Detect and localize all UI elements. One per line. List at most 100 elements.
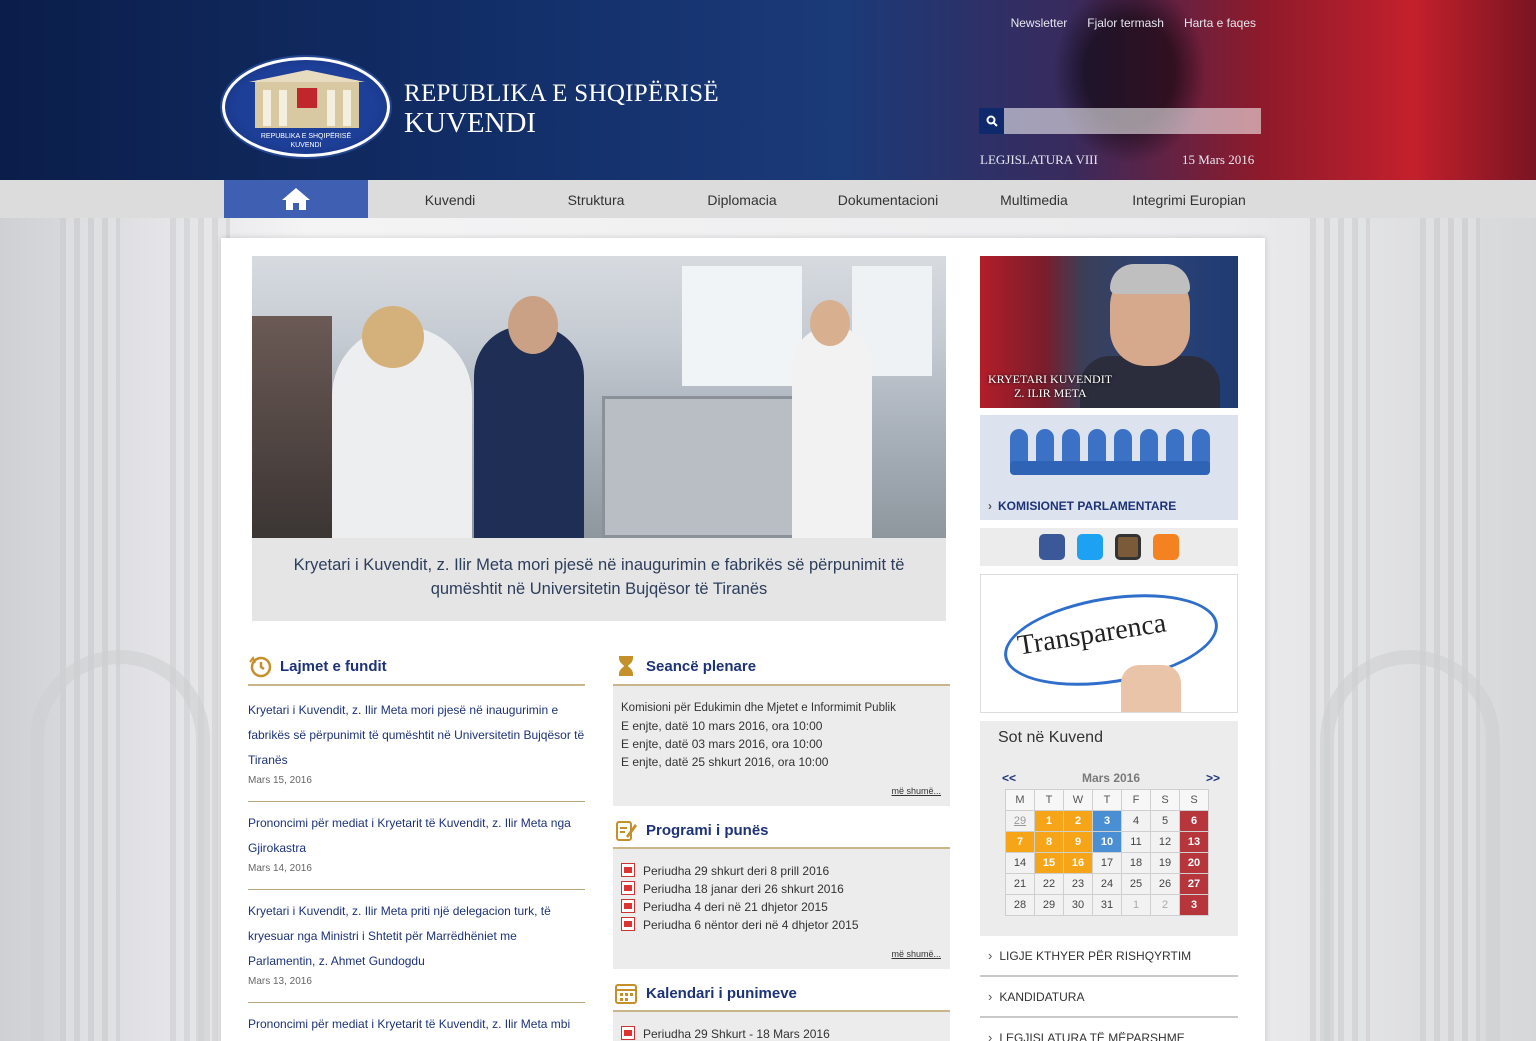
search-icon	[986, 115, 998, 127]
twitter-icon[interactable]	[1077, 534, 1103, 560]
calendar-day[interactable]: 8	[1034, 831, 1064, 853]
calendar-day[interactable]: 9	[1063, 831, 1093, 853]
calendar-day[interactable]: 21	[1005, 873, 1035, 895]
calendar-day[interactable]: 19	[1150, 852, 1180, 874]
plenary-row[interactable]: Komisioni për Edukimin dhe Mjetet e Info…	[621, 699, 942, 717]
calendar-day[interactable]: 18	[1121, 852, 1151, 874]
calendar-month: Mars 2016	[1081, 771, 1141, 785]
chevron-right-icon: ›	[988, 989, 993, 1004]
search-button[interactable]	[979, 108, 1004, 134]
committees-banner[interactable]: › KOMISIONET PARLAMENTARE	[980, 415, 1238, 520]
nav-item-kuvendi[interactable]: Kuvendi	[377, 180, 523, 218]
calendar-day[interactable]: 16	[1063, 852, 1093, 874]
news-item[interactable]: Prononcimi për mediat i Kryetarit të Kuv…	[248, 811, 585, 874]
news-item[interactable]: Prononcimi për mediat i Kryetarit të Kuv…	[248, 1012, 585, 1037]
newsletter-link[interactable]: Newsletter	[1011, 16, 1068, 30]
program-row[interactable]: Periudha 4 deri në 21 dhjetor 2015	[621, 898, 942, 916]
calendar-day[interactable]: 6	[1179, 810, 1209, 832]
sitemap-link[interactable]: Harta e faqes	[1184, 16, 1256, 30]
main-nav: Kuvendi Struktura Diplomacia Dokumentaci…	[0, 180, 1536, 218]
calendar-week: 28 29 30 31 1 2 3	[1005, 894, 1209, 916]
plenary-row[interactable]: E enjte, datë 25 shkurt 2016, ora 10:00	[621, 753, 942, 771]
hero-caption[interactable]: Kryetari i Kuvendit, z. Ilir Meta mori p…	[252, 538, 946, 621]
today-title: Sot në Kuvend	[998, 729, 1103, 746]
brand-title[interactable]: REPUBLIKA E SHQIPËRISË KUVENDI	[404, 80, 719, 138]
program-row[interactable]: Periudha 6 nëntor deri në 4 dhjetor 2015	[621, 916, 942, 934]
candidatures-link[interactable]: › KANDIDATURA	[980, 977, 1238, 1018]
calendar-day[interactable]: 1	[1034, 810, 1064, 832]
calendar-day[interactable]: 1	[1121, 894, 1151, 916]
news-item[interactable]: Kryetari i Kuvendit, z. Ilir Meta priti …	[248, 899, 585, 987]
nav-home[interactable]	[224, 180, 368, 218]
hero-photo	[252, 256, 946, 538]
nav-item-integrimi[interactable]: Integrimi Europian	[1114, 180, 1264, 218]
home-icon	[282, 188, 310, 210]
calendar-day[interactable]: 29	[1034, 894, 1064, 916]
calendar-day[interactable]: 17	[1092, 852, 1122, 874]
glossary-link[interactable]: Fjalor termash	[1087, 16, 1164, 30]
calendar-day[interactable]: 3	[1092, 810, 1122, 832]
calendar-day[interactable]: 24	[1092, 873, 1122, 895]
pdf-icon	[621, 863, 635, 877]
transparency-banner[interactable]: Transparenca	[980, 574, 1238, 713]
calendar-day[interactable]: 5	[1150, 810, 1180, 832]
committees-label: › KOMISIONET PARLAMENTARE	[988, 499, 1177, 513]
mini-calendar: MTWTFSS 29 1 2 3 4 5 6 7 8 9 10 11 12 13…	[1005, 789, 1209, 916]
calendar-day[interactable]: 11	[1121, 831, 1151, 853]
pdf-icon	[621, 917, 635, 931]
notepad-pen-icon	[616, 821, 637, 841]
calendar-day[interactable]: 15	[1034, 852, 1064, 874]
parliament-logo[interactable]: REPUBLIKA E SHQIPËRISË KUVENDI	[222, 57, 390, 157]
plenary-more-link[interactable]: më shumë...	[891, 786, 941, 796]
rss-icon[interactable]	[1153, 534, 1179, 560]
calendar-day[interactable]: 4	[1121, 810, 1151, 832]
program-row[interactable]: Periudha 18 janar deri 26 shkurt 2016	[621, 880, 942, 898]
program-more-link[interactable]: më shumë...	[891, 949, 941, 959]
calendar-day[interactable]: 12	[1150, 831, 1180, 853]
calendar-week: 7 8 9 10 11 12 13	[1005, 831, 1209, 853]
calendar-week: 21 22 23 24 25 26 27	[1005, 873, 1209, 895]
nav-item-struktura[interactable]: Struktura	[523, 180, 669, 218]
plenary-row[interactable]: E enjte, datë 10 mars 2016, ora 10:00	[621, 717, 942, 735]
facebook-icon[interactable]	[1039, 534, 1065, 560]
nav-item-dokumentacioni[interactable]: Dokumentacioni	[815, 180, 961, 218]
calendar-next-button[interactable]: >>	[1206, 771, 1220, 785]
calendar-day[interactable]: 22	[1034, 873, 1064, 895]
calendar-day[interactable]: 20	[1179, 852, 1209, 874]
calendar-day[interactable]: 31	[1092, 894, 1122, 916]
calendar-day[interactable]: 29	[1005, 810, 1035, 832]
calendar-day[interactable]: 26	[1150, 873, 1180, 895]
calendar-day[interactable]: 2	[1150, 894, 1180, 916]
tv-icon[interactable]	[1115, 534, 1141, 560]
calendar-day[interactable]: 30	[1063, 894, 1093, 916]
news-item[interactable]: Kryetari i Kuvendit, z. Ilir Meta mori p…	[248, 698, 585, 786]
calendar-day[interactable]: 28	[1005, 894, 1035, 916]
calendar-week: 29 1 2 3 4 5 6	[1005, 810, 1209, 832]
calendar-day[interactable]: 14	[1005, 852, 1035, 874]
calendar-day[interactable]: 3	[1179, 894, 1209, 916]
site-header: Newsletter Fjalor termash Harta e faqes …	[0, 0, 1536, 180]
calendar-prev-button[interactable]: <<	[1002, 771, 1016, 785]
calendar-day[interactable]: 27	[1179, 873, 1209, 895]
works-calendar-row[interactable]: Periudha 29 Shkurt - 18 Mars 2016	[621, 1025, 942, 1041]
search-input[interactable]	[1004, 108, 1261, 134]
calendar-day[interactable]: 2	[1063, 810, 1093, 832]
calendar-day[interactable]: 25	[1121, 873, 1151, 895]
news-section-title: Lajmet e fundit	[248, 654, 387, 678]
program-row[interactable]: Periudha 29 shkurt deri 8 prill 2016	[621, 862, 942, 880]
calendar-day[interactable]: 7	[1005, 831, 1035, 853]
hero-slide[interactable]: Kryetari i Kuvendit, z. Ilir Meta mori p…	[252, 256, 946, 621]
president-banner[interactable]: KRYETARI KUVENDIT Z. ILIR META	[980, 256, 1238, 408]
calendar-day[interactable]: 23	[1063, 873, 1093, 895]
calendar-day[interactable]: 13	[1179, 831, 1209, 853]
brand-line-2: KUVENDI	[404, 107, 537, 139]
calendar-nav: << Mars 2016 >>	[1002, 771, 1220, 785]
plenary-row[interactable]: E enjte, datë 03 mars 2016, ora 10:00	[621, 735, 942, 753]
program-box: Periudha 29 shkurt deri 8 prill 2016 Per…	[613, 847, 950, 969]
calendar-day[interactable]: 10	[1092, 831, 1122, 853]
previous-legislatures-link[interactable]: › LEGJISLATURA TË MËPARSHME	[980, 1018, 1238, 1041]
clock-history-icon	[249, 655, 272, 678]
returned-laws-link[interactable]: › LIGJE KTHYER PËR RISHQYRTIM	[980, 936, 1238, 977]
nav-item-multimedia[interactable]: Multimedia	[961, 180, 1107, 218]
nav-item-diplomacia[interactable]: Diplomacia	[669, 180, 815, 218]
